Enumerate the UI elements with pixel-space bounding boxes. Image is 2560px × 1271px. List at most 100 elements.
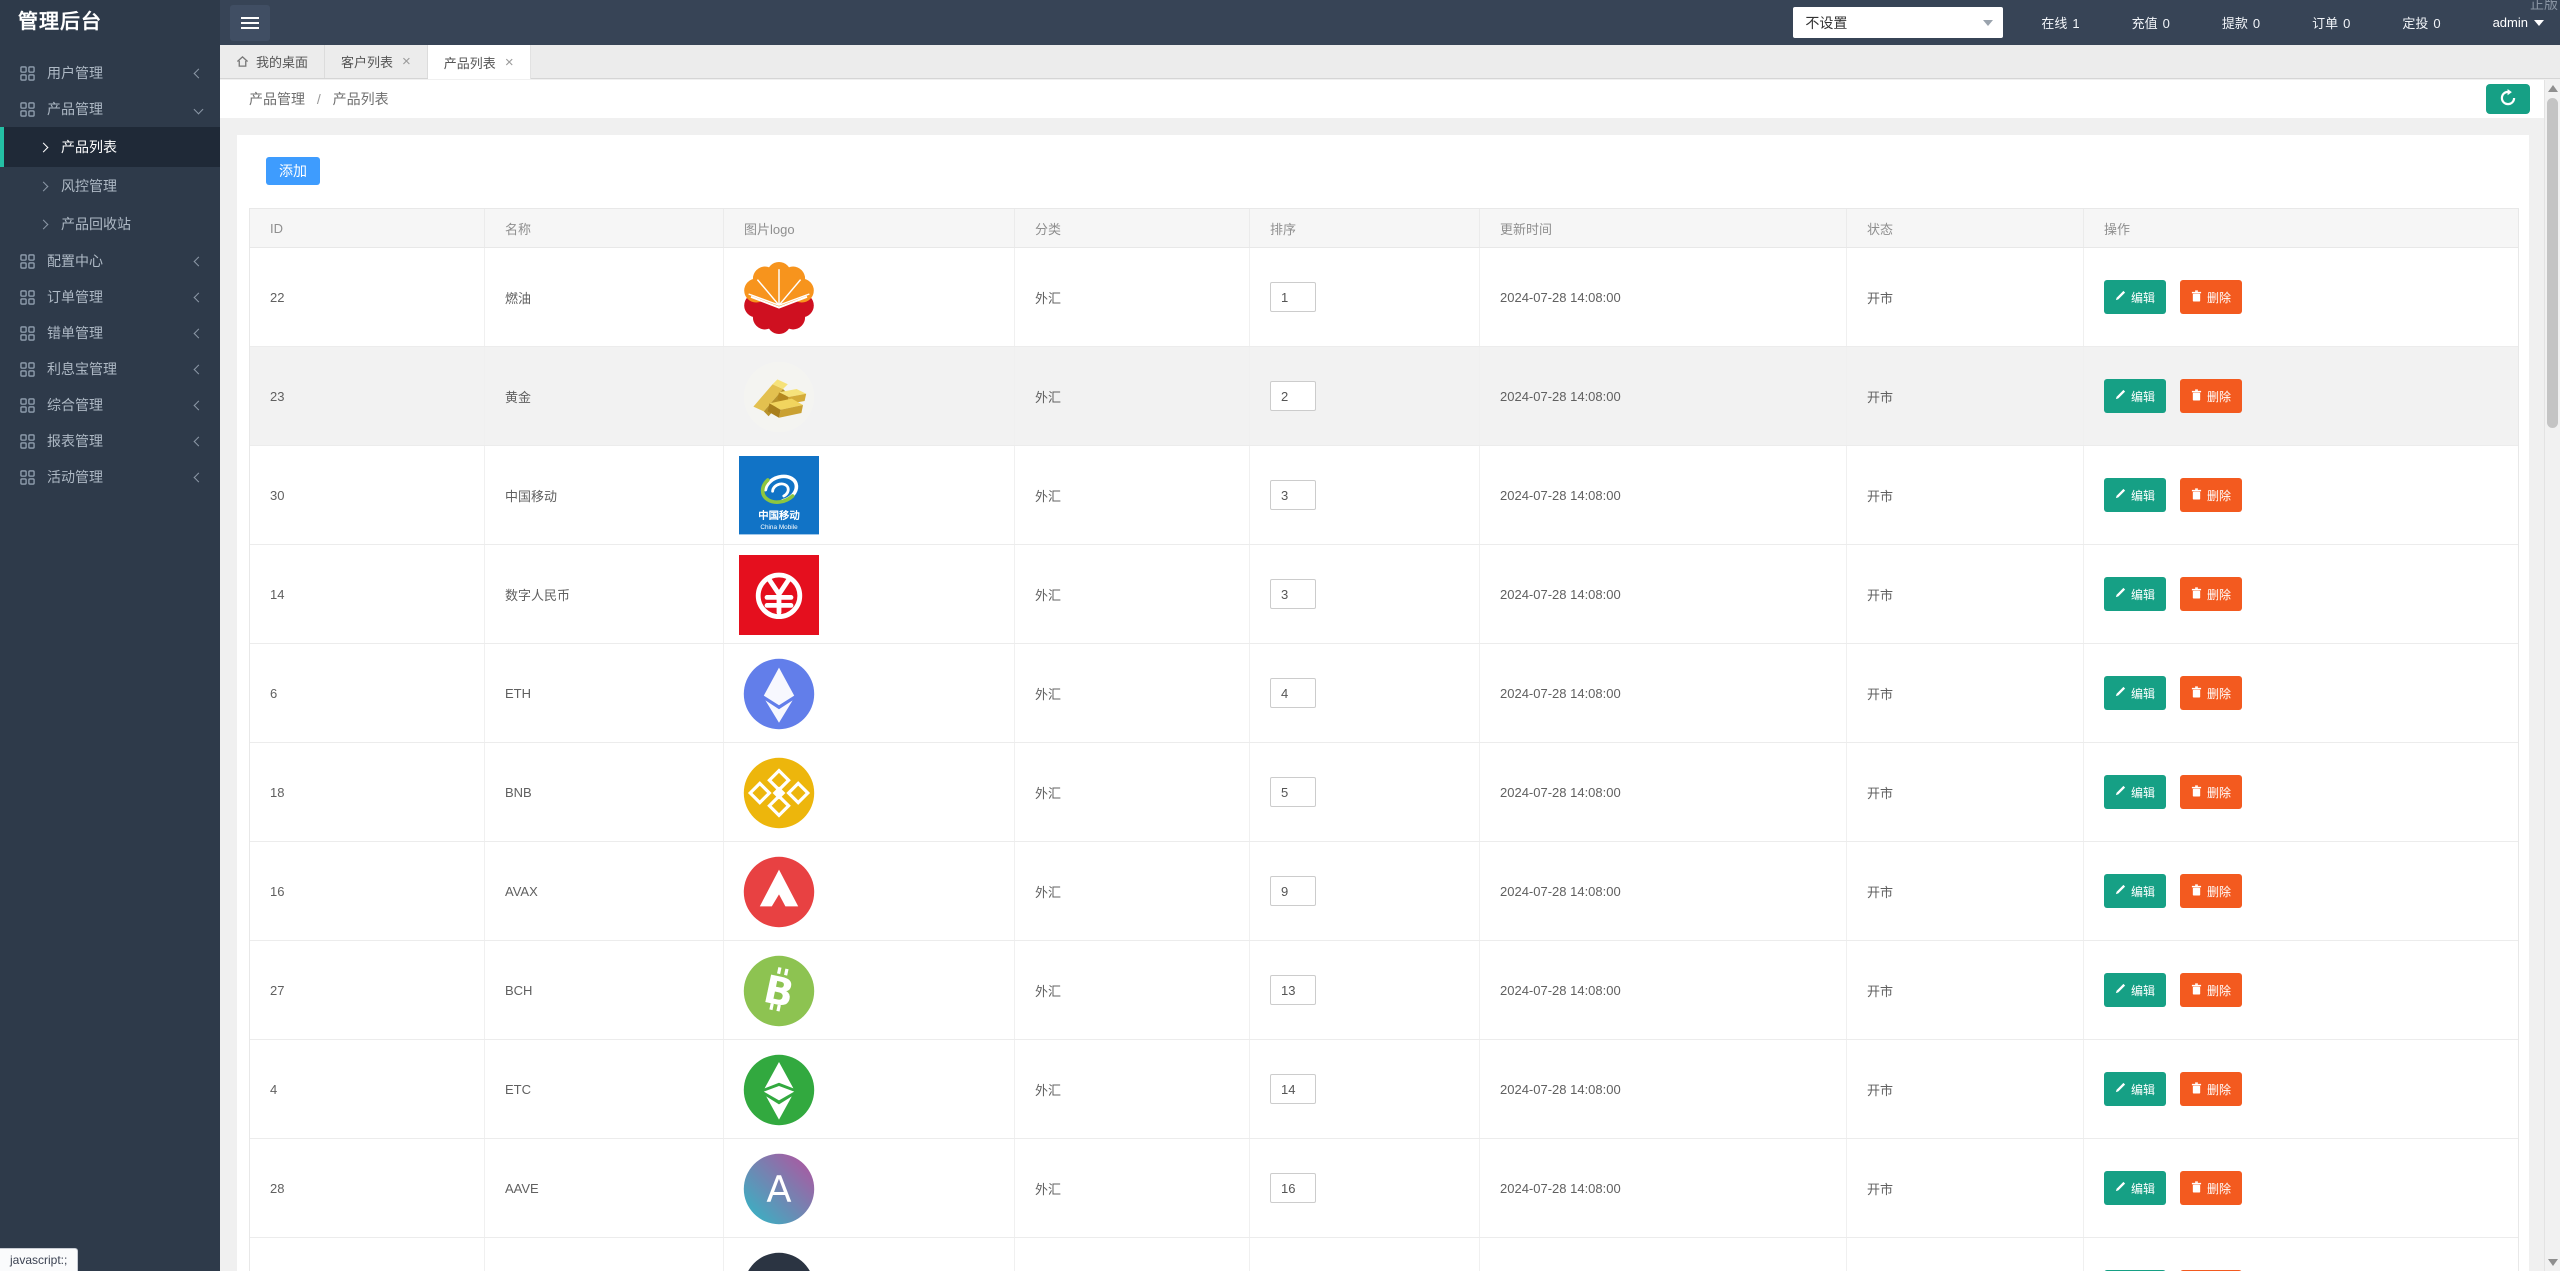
sort-input[interactable] xyxy=(1270,381,1316,411)
sidebar-item-7[interactable]: 错单管理 xyxy=(0,315,220,351)
edit-button-label: 编辑 xyxy=(2130,983,2155,998)
cell-logo xyxy=(724,1040,1015,1138)
cell-actions: 编辑 删除 xyxy=(2084,941,2518,1039)
edit-button[interactable]: 编辑 xyxy=(2104,874,2166,908)
table-row-9[interactable]: 28 AAVE A 外汇 2024-07-28 14:08:00 开市 编辑 删… xyxy=(250,1139,2518,1238)
sort-input[interactable] xyxy=(1270,876,1316,906)
sidebar-item-8[interactable]: 利息宝管理 xyxy=(0,351,220,387)
trash-icon xyxy=(2191,487,2202,503)
table-row-2[interactable]: 30 中国移动 中国移动 China Mobile 外汇 2024-07-28 … xyxy=(250,446,2518,545)
cell-sort xyxy=(1250,347,1480,445)
tab-close-icon[interactable]: × xyxy=(505,55,514,70)
sidebar-item-11[interactable]: 活动管理 xyxy=(0,459,220,495)
tab-close-icon[interactable]: × xyxy=(402,54,411,69)
refresh-button[interactable] xyxy=(2486,84,2530,114)
edit-button[interactable]: 编辑 xyxy=(2104,1072,2166,1106)
product-logo-petrochina xyxy=(739,258,819,338)
cell-updated: 2024-07-28 14:08:00 xyxy=(1480,545,1847,643)
user-menu[interactable]: admin xyxy=(2493,15,2544,30)
table-row-0[interactable]: 22 燃油 外汇 2024-07-28 14:08:00 开市 编辑 删除 xyxy=(250,248,2518,347)
delete-button[interactable]: 删除 xyxy=(2180,280,2242,314)
cell-logo xyxy=(724,347,1015,445)
cell-category: 外汇 xyxy=(1015,248,1250,346)
vertical-scrollbar[interactable] xyxy=(2544,80,2560,1271)
header-stat[interactable]: 定投 0 xyxy=(2402,13,2440,32)
edit-button[interactable]: 编辑 xyxy=(2104,676,2166,710)
edit-button[interactable]: 编辑 xyxy=(2104,775,2166,809)
delete-button[interactable]: 删除 xyxy=(2180,478,2242,512)
cell-name: ETH xyxy=(485,644,724,742)
tab-0[interactable]: 我的桌面 xyxy=(220,45,326,78)
table-row-5[interactable]: 18 BNB 外汇 2024-07-28 14:08:00 开市 编辑 删除 xyxy=(250,743,2518,842)
header-stat[interactable]: 在线 1 xyxy=(2041,13,2079,32)
sort-input[interactable] xyxy=(1270,1173,1316,1203)
edit-button[interactable]: 编辑 xyxy=(2104,478,2166,512)
line-select[interactable]: 不设置 xyxy=(1793,7,2004,38)
tab-2[interactable]: 产品列表 × xyxy=(427,45,531,79)
delete-button[interactable]: 删除 xyxy=(2180,676,2242,710)
cell-sort xyxy=(1250,644,1480,742)
sidebar-item-1[interactable]: 产品管理 xyxy=(0,91,220,127)
table-row-8[interactable]: 4 ETC 外汇 2024-07-28 14:08:00 开市 编辑 删除 xyxy=(250,1040,2518,1139)
header-stat[interactable]: 提款 0 xyxy=(2222,13,2260,32)
sort-input[interactable] xyxy=(1270,975,1316,1005)
tab-1[interactable]: 客户列表 × xyxy=(325,45,428,78)
cell-logo xyxy=(724,545,1015,643)
sort-input[interactable] xyxy=(1270,282,1316,312)
edit-button[interactable]: 编辑 xyxy=(2104,379,2166,413)
delete-button[interactable]: 删除 xyxy=(2180,577,2242,611)
cell-logo xyxy=(724,842,1015,940)
chevron-right-icon xyxy=(38,142,49,152)
sort-input[interactable] xyxy=(1270,1074,1316,1104)
delete-button[interactable]: 删除 xyxy=(2180,379,2242,413)
add-button[interactable]: 添加 xyxy=(266,157,320,185)
grid-icon xyxy=(20,469,35,485)
edit-button-label: 编辑 xyxy=(2130,290,2155,305)
table-row-4[interactable]: 6 ETH 外汇 2024-07-28 14:08:00 开市 编辑 删除 xyxy=(250,644,2518,743)
cell-name: BNB xyxy=(485,743,724,841)
cell-category: 外汇 xyxy=(1015,941,1250,1039)
sort-input[interactable] xyxy=(1270,777,1316,807)
delete-button[interactable]: 删除 xyxy=(2180,775,2242,809)
stat-value: 0 xyxy=(2252,16,2261,31)
sidebar-item-5[interactable]: 配置中心 xyxy=(0,243,220,279)
delete-button[interactable]: 删除 xyxy=(2180,973,2242,1007)
cell-category: 外汇 xyxy=(1015,347,1250,445)
delete-button[interactable]: 删除 xyxy=(2180,874,2242,908)
sort-input[interactable] xyxy=(1270,480,1316,510)
edit-button[interactable]: 编辑 xyxy=(2104,280,2166,314)
sidebar-subitem-2[interactable]: 产品列表 xyxy=(0,127,220,167)
sidebar-subitem-4[interactable]: 产品回收站 xyxy=(0,205,220,243)
table-row-3[interactable]: 14 数字人民币 外汇 2024-07-28 14:08:00 开市 编辑 删除 xyxy=(250,545,2518,644)
sort-input[interactable] xyxy=(1270,579,1316,609)
table-row-7[interactable]: 27 BCH B 外汇 2024-07-28 14:08:00 开市 编辑 删除 xyxy=(250,941,2518,1040)
cell-sort xyxy=(1250,743,1480,841)
table-row-1[interactable]: 23 黄金 外汇 2024-07-28 14:08:00 开市 编辑 删除 xyxy=(250,347,2518,446)
sidebar-item-6[interactable]: 订单管理 xyxy=(0,279,220,315)
delete-button[interactable]: 删除 xyxy=(2180,1171,2242,1205)
breadcrumb-parent[interactable]: 产品管理 xyxy=(249,91,305,107)
edit-button[interactable]: 编辑 xyxy=(2104,1171,2166,1205)
sidebar-item-0[interactable]: 用户管理 xyxy=(0,55,220,91)
header-stat[interactable]: 订单 0 xyxy=(2312,13,2350,32)
table-row-10[interactable]: 编辑 删除 xyxy=(250,1238,2518,1271)
cell-id: 6 xyxy=(250,644,485,742)
column-header-0: ID xyxy=(250,209,485,247)
scroll-down-icon[interactable] xyxy=(2548,1259,2558,1266)
table-row-6[interactable]: 16 AVAX 外汇 2024-07-28 14:08:00 开市 编辑 删除 xyxy=(250,842,2518,941)
scrollbar-thumb[interactable] xyxy=(2547,98,2558,428)
cell-status: 开市 xyxy=(1847,743,2084,841)
sidebar-item-9[interactable]: 综合管理 xyxy=(0,387,220,423)
sort-input[interactable] xyxy=(1270,678,1316,708)
delete-button[interactable]: 删除 xyxy=(2180,1072,2242,1106)
edit-button[interactable]: 编辑 xyxy=(2104,973,2166,1007)
pencil-icon xyxy=(2115,785,2126,799)
edit-button[interactable]: 编辑 xyxy=(2104,577,2166,611)
cell-status: 开市 xyxy=(1847,941,2084,1039)
scroll-up-icon[interactable] xyxy=(2548,85,2558,92)
sidebar-subitem-3[interactable]: 风控管理 xyxy=(0,167,220,205)
header-stat[interactable]: 充值 0 xyxy=(2132,13,2170,32)
sidebar-item-10[interactable]: 报表管理 xyxy=(0,423,220,459)
sidebar-toggle-button[interactable] xyxy=(230,4,270,41)
cell-updated: 2024-07-28 14:08:00 xyxy=(1480,1139,1847,1237)
